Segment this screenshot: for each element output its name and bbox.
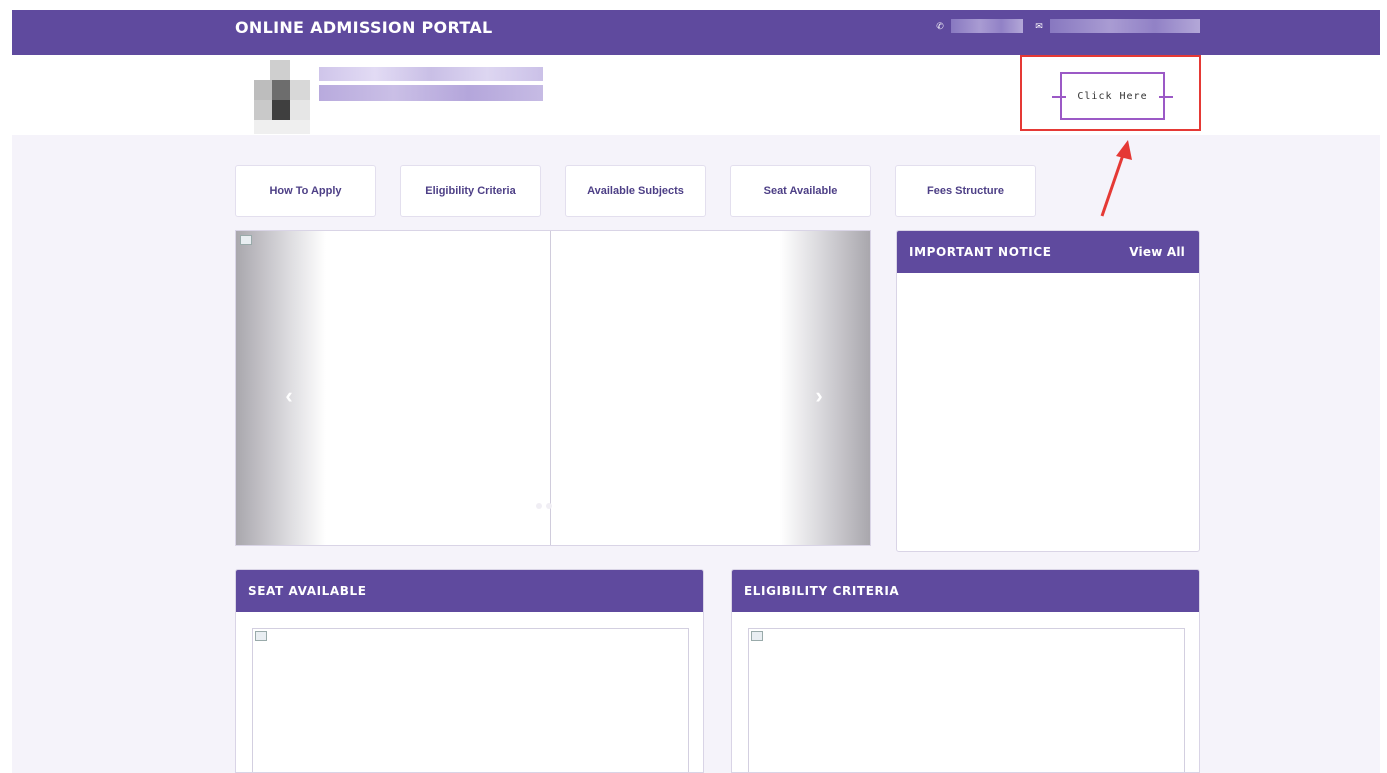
portal-title: ONLINE ADMISSION PORTAL bbox=[235, 18, 493, 37]
click-here-label: Click Here bbox=[1077, 90, 1148, 102]
eligibility-criteria-image bbox=[748, 628, 1185, 772]
phone-contact: ✆ bbox=[935, 18, 1023, 34]
email-address-redacted bbox=[1050, 19, 1200, 33]
carousel-next-icon[interactable]: › bbox=[804, 381, 834, 411]
institution-logo bbox=[254, 60, 310, 134]
seat-available-panel: SEAT AVAILABLE bbox=[235, 569, 704, 773]
eligibility-criteria-header: ELIGIBILITY CRITERIA bbox=[732, 570, 1199, 612]
seat-available-title: SEAT AVAILABLE bbox=[248, 584, 367, 598]
notice-header: IMPORTANT NOTICE View All bbox=[897, 231, 1199, 273]
available-subjects-button[interactable]: Available Subjects bbox=[565, 165, 706, 217]
seat-available-button[interactable]: Seat Available bbox=[730, 165, 871, 217]
carousel-prev-icon[interactable]: ‹ bbox=[274, 381, 304, 411]
view-all-link[interactable]: View All bbox=[1129, 245, 1185, 259]
envelope-icon: ✉ bbox=[1035, 20, 1043, 31]
institution-name-redacted bbox=[319, 67, 543, 101]
broken-image-icon bbox=[751, 631, 763, 641]
notice-title: IMPORTANT NOTICE bbox=[909, 245, 1052, 259]
important-notice-panel: IMPORTANT NOTICE View All bbox=[896, 230, 1200, 552]
seat-available-image bbox=[252, 628, 689, 772]
broken-image-icon bbox=[240, 235, 252, 245]
carousel-indicators[interactable] bbox=[536, 503, 552, 509]
phone-icon: ✆ bbox=[936, 20, 944, 31]
how-to-apply-button[interactable]: How To Apply bbox=[235, 165, 376, 217]
fees-structure-button[interactable]: Fees Structure bbox=[895, 165, 1036, 217]
carousel-dot[interactable] bbox=[536, 503, 542, 509]
click-here-button[interactable]: Click Here bbox=[1052, 72, 1173, 120]
eligibility-criteria-title: ELIGIBILITY CRITERIA bbox=[744, 584, 900, 598]
carousel-slide-divider bbox=[550, 231, 551, 545]
phone-number-redacted bbox=[951, 19, 1023, 33]
seat-available-header: SEAT AVAILABLE bbox=[236, 570, 703, 612]
email-contact: ✉ bbox=[1034, 18, 1200, 34]
carousel-dot[interactable] bbox=[546, 503, 552, 509]
eligibility-criteria-panel: ELIGIBILITY CRITERIA bbox=[731, 569, 1200, 773]
eligibility-criteria-button[interactable]: Eligibility Criteria bbox=[400, 165, 541, 217]
image-carousel: ‹ › bbox=[235, 230, 871, 546]
annotation-arrow-icon bbox=[1100, 140, 1132, 217]
broken-image-icon bbox=[255, 631, 267, 641]
